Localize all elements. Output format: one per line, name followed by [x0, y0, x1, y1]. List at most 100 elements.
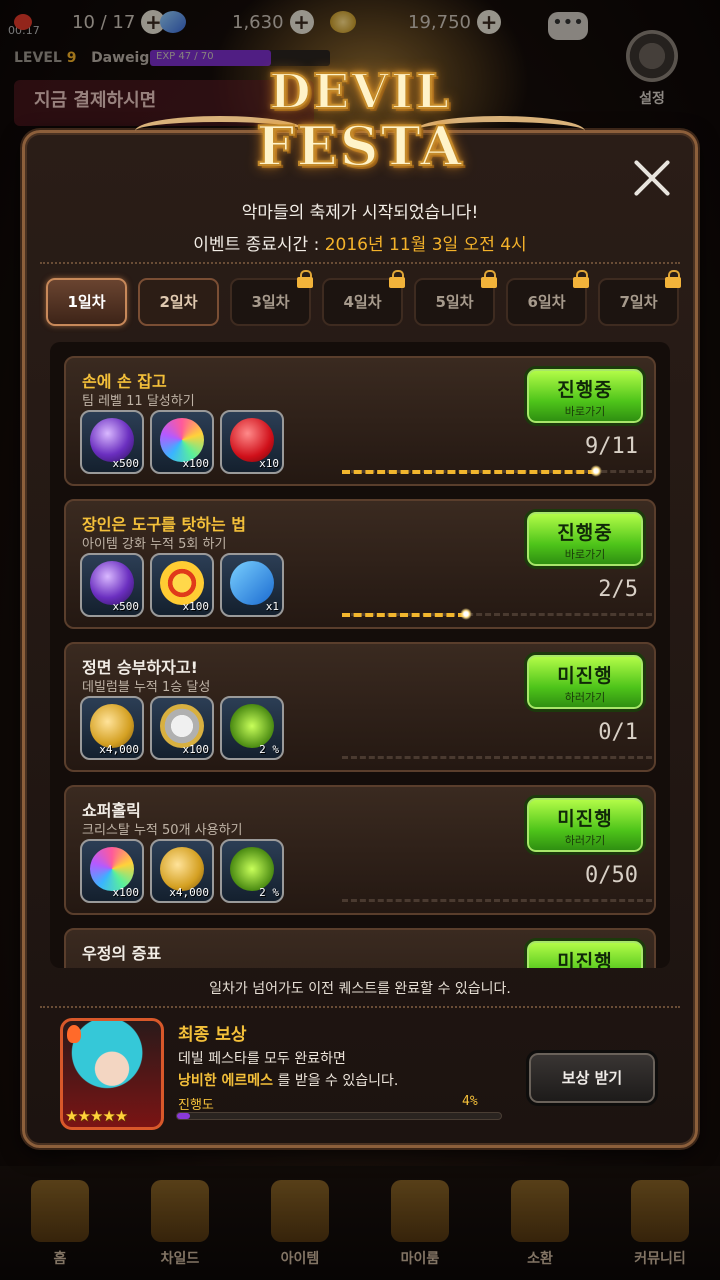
- reward-quantity: x100: [182, 457, 210, 470]
- reward-item[interactable]: x500: [80, 410, 144, 474]
- quest-description: 팀 레벨 11 달성하기: [82, 394, 195, 409]
- end-time-label: 이벤트 종료시간 :: [193, 235, 325, 255]
- event-headline: 악마들의 축제가 시작되었습니다!: [241, 203, 479, 223]
- final-reward-desc-2: 낭비한 에르메스 를 받을 수 있습니다.: [178, 1070, 398, 1090]
- quest-progress-track: [342, 465, 652, 477]
- reward-quantity: x4,000: [99, 743, 139, 756]
- reward-desc-rest: 를 받을 수 있습니다.: [273, 1073, 399, 1089]
- tab-day-7[interactable]: 7일차: [598, 270, 681, 326]
- reward-quantity: x100: [112, 886, 140, 899]
- reward-quantity: x4,000: [169, 886, 209, 899]
- reward-items: x100 x4,000 2 %: [80, 839, 284, 903]
- quest-action-button[interactable]: 미진행하러가기: [524, 652, 646, 712]
- tab-label: 1일차: [67, 293, 106, 311]
- quest-card: 장인은 도구를 탓하는 법아이템 강화 누적 5회 하기 x500 x100 x1 진행…: [64, 499, 656, 629]
- quest-action-button[interactable]: 미진행: [524, 938, 646, 968]
- reward-quantity: x1: [265, 600, 279, 613]
- tab-day-4[interactable]: 4일차: [322, 270, 405, 326]
- heart-icon: [230, 418, 274, 462]
- crystal-icon: [90, 847, 134, 891]
- silver-coin-icon: [160, 704, 204, 748]
- reward-item[interactable]: 2 %: [220, 696, 284, 760]
- tab-day-1[interactable]: 1일차: [46, 278, 127, 326]
- quest-card: 우정의 증표 미진행: [64, 928, 656, 968]
- sparkle-icon: [589, 465, 602, 477]
- info-note: 일차가 넘어가도 이전 퀘스트를 완료할 수 있습니다.: [209, 981, 511, 997]
- quest-description: 크리스탈 누적 50개 사용하기: [82, 823, 243, 838]
- reward-quantity: x500: [112, 600, 140, 613]
- tab-label: 7일차: [619, 293, 658, 311]
- quest-progress-track: [342, 899, 652, 903]
- quest-progress-fill: [342, 470, 596, 474]
- lock-icon: [573, 270, 589, 288]
- reward-item[interactable]: x500: [80, 553, 144, 617]
- final-reward-title: 최종 보상: [178, 1025, 247, 1045]
- medal-icon: [160, 561, 204, 605]
- close-button[interactable]: [630, 156, 674, 200]
- reward-item[interactable]: x1: [220, 553, 284, 617]
- lock-icon: [665, 270, 681, 288]
- quest-progress-track: [342, 608, 652, 620]
- quest-title: 장인은 도구를 탓하는 법: [82, 515, 246, 534]
- quest-action-button[interactable]: 진행중바로가기: [524, 509, 646, 569]
- tab-day-6[interactable]: 6일차: [506, 270, 589, 326]
- quest-action-button[interactable]: 미진행하러가기: [524, 795, 646, 855]
- final-progress-bar: [176, 1112, 502, 1120]
- reward-item[interactable]: x10: [220, 410, 284, 474]
- quest-description: 데빌럼블 누적 1승 달성: [82, 680, 211, 695]
- reward-quantity: x10: [259, 457, 279, 470]
- quest-action-label: 바로가기: [564, 548, 606, 561]
- reward-item[interactable]: x4,000: [150, 839, 214, 903]
- quest-action-label: 하러가기: [564, 834, 606, 847]
- reward-character-name: 낭비한 에르메스: [178, 1073, 274, 1089]
- quest-card: 손에 손 잡고팀 레벨 11 달성하기 x500 x100 x10 진행중바로가기 9/1…: [64, 356, 656, 486]
- final-progress-fill: [177, 1113, 190, 1119]
- quest-description: 아이템 강화 누적 5회 하기: [82, 537, 227, 552]
- quest-progress-count: 9/11: [585, 434, 638, 459]
- reward-item[interactable]: 2 %: [220, 839, 284, 903]
- reward-items: x500 x100 x1: [80, 553, 284, 617]
- tab-day-5[interactable]: 5일차: [414, 270, 497, 326]
- gold-pile-icon: [160, 847, 204, 891]
- divider: [40, 262, 680, 264]
- reward-item[interactable]: x100: [150, 410, 214, 474]
- tab-day-3[interactable]: 3일차: [230, 270, 313, 326]
- quest-status-label: 진행중: [557, 522, 613, 544]
- quest-progress-count: 0/50: [585, 863, 638, 888]
- quest-status-label: 미진행: [557, 808, 613, 830]
- reward-quantity: 2 %: [259, 886, 279, 899]
- quest-progress-count: 0/1: [598, 720, 638, 745]
- reward-item[interactable]: x4,000: [80, 696, 144, 760]
- quest-title: 손에 손 잡고: [82, 372, 167, 391]
- quest-list[interactable]: 손에 손 잡고 팀 레벨 11 달성하기 x500 x100 x10 진행중 바로가기 9/1…: [50, 342, 670, 968]
- reward-quantity: x100: [182, 743, 210, 756]
- reward-item[interactable]: x100: [80, 839, 144, 903]
- quest-status-label: 진행중: [557, 379, 613, 401]
- quest-status-label: 미진행: [557, 665, 613, 687]
- quest-action-label: 바로가기: [564, 405, 606, 418]
- devil-festa-logo: DEVIL FESTA: [135, 50, 585, 190]
- claim-reward-button[interactable]: 보상 받기: [526, 1050, 658, 1106]
- fire-element-icon: [67, 1025, 81, 1043]
- final-reward-desc: 데빌 페스타를 모두 완료하면: [178, 1051, 346, 1067]
- reward-item[interactable]: x100: [150, 696, 214, 760]
- divider: [40, 1006, 680, 1008]
- quest-progress-count: 2/5: [598, 577, 638, 602]
- sparkle-icon: [460, 608, 472, 620]
- reward-quantity: x500: [112, 457, 140, 470]
- reward-quantity: x100: [182, 600, 210, 613]
- reward-items: x4,000 x100 2 %: [80, 696, 284, 760]
- lock-icon: [389, 270, 405, 288]
- progress-label: 진행도: [178, 1098, 214, 1113]
- ticket-icon: [230, 561, 274, 605]
- reward-item[interactable]: x100: [150, 553, 214, 617]
- gold-pile-icon: [90, 704, 134, 748]
- progress-percent: 4%: [462, 1094, 478, 1109]
- reward-items: x500 x100 x10: [80, 410, 284, 474]
- reward-character-portrait: ★★★★★: [60, 1018, 164, 1130]
- star-rating: ★★★★★: [65, 1107, 128, 1125]
- tab-day-2[interactable]: 2일차: [138, 278, 219, 326]
- quest-action-label: 하러가기: [564, 691, 606, 704]
- quest-title: 정면 승부하자고!: [82, 658, 198, 677]
- quest-action-button[interactable]: 진행중바로가기: [524, 366, 646, 426]
